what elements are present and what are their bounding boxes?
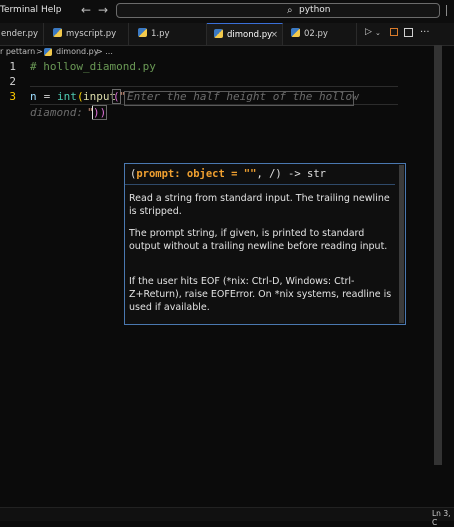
cursor-position[interactable]: Ln 3, C	[432, 509, 454, 527]
tab-02[interactable]: 02.py	[283, 23, 357, 45]
menu-terminal[interactable]: Terminal	[0, 5, 38, 15]
tab-dimond[interactable]: dimond.py ×	[207, 23, 283, 45]
line-number: 1	[9, 60, 16, 73]
search-text: python	[299, 5, 331, 15]
tab-ender[interactable]: ender.py	[0, 23, 44, 45]
split-editor-icon[interactable]	[390, 28, 398, 36]
python-file-icon	[44, 48, 52, 56]
inline-suggestion-text[interactable]: diamond:	[30, 106, 90, 119]
forward-arrow-icon[interactable]: →	[98, 3, 108, 17]
back-arrow-icon[interactable]: ←	[81, 3, 91, 17]
close-tab-icon[interactable]: ×	[270, 24, 278, 46]
editor-scrollbar[interactable]	[434, 45, 442, 465]
search-icon: ⌕	[287, 5, 293, 16]
editor-layout-icon[interactable]	[404, 28, 413, 37]
breadcrumb-more[interactable]: > ...	[96, 45, 113, 59]
code-editor[interactable]: 1 2 3 # hollow_diamond.py n = int ( inpu…	[0, 59, 434, 507]
breadcrumb: r pettarn > dimond.py > ...	[0, 45, 454, 59]
command-center-search[interactable]: ⌕ python	[116, 3, 440, 18]
doc-paragraph: Read a string from standard input. The t…	[129, 193, 390, 217]
line-number: 2	[9, 75, 16, 88]
line-number: 3	[9, 90, 16, 103]
code-comment: # hollow_diamond.py	[30, 60, 156, 73]
run-icon[interactable]: ▷	[365, 27, 372, 37]
more-actions-icon[interactable]: ···	[420, 27, 430, 38]
title-bar: Terminal Help ← → ⌕ python	[0, 0, 454, 23]
editor-tab-bar: ender.py myscript.py 1.py dimond.py × 02.…	[0, 23, 454, 46]
inline-suggestion-text[interactable]: Enter the half height of the hollow	[127, 90, 359, 103]
breadcrumb-file[interactable]: dimond.py	[56, 45, 99, 59]
python-file-icon	[53, 28, 62, 37]
run-dropdown-chevron-icon[interactable]: ⌄	[375, 29, 381, 37]
function-signature: (prompt: object = "", /) -> str	[130, 168, 326, 180]
tab-1[interactable]: 1.py	[129, 23, 207, 45]
code-variable: n	[30, 90, 37, 103]
code-builtin-input: input	[83, 90, 117, 103]
tab-myscript[interactable]: myscript.py	[44, 23, 129, 45]
breadcrumb-folder[interactable]: r pettarn	[0, 45, 35, 59]
text-cursor	[92, 106, 93, 119]
doc-paragraph: The prompt string, if given, is printed …	[129, 228, 388, 252]
signature-help-tooltip: (prompt: object = "", /) -> str Read a s…	[124, 163, 406, 325]
layout-panel-icon[interactable]	[446, 5, 453, 16]
python-file-icon	[214, 29, 223, 38]
tooltip-scrollbar[interactable]	[399, 165, 404, 323]
status-bar: Ln 3, C	[0, 507, 454, 527]
code-builtin-int: int	[57, 90, 77, 103]
python-file-icon	[291, 28, 300, 37]
doc-paragraph: If the user hits EOF (*nix: Ctrl-D, Wind…	[129, 276, 392, 313]
python-file-icon	[138, 28, 147, 37]
menu-help[interactable]: Help	[41, 5, 62, 15]
